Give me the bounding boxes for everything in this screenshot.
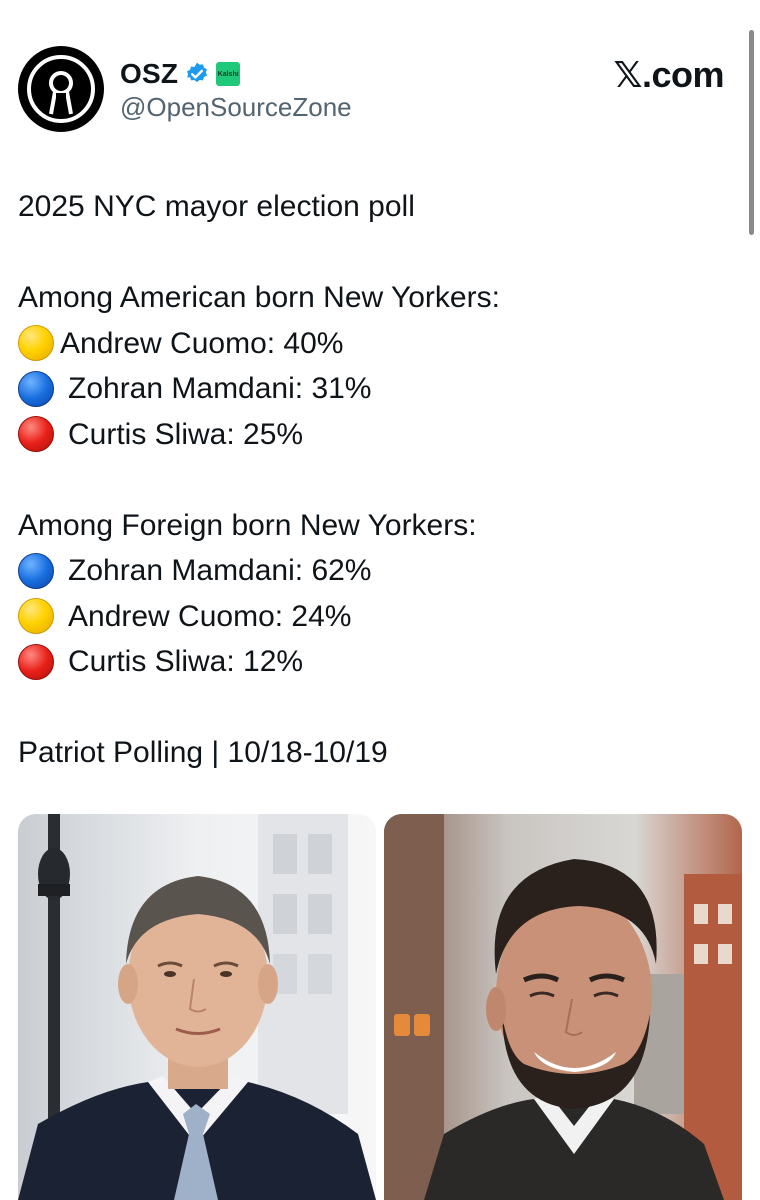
poll-line: Andrew Cuomo: 40%: [18, 321, 728, 367]
poll-source: Patriot Polling | 10/18-10/19: [18, 736, 388, 769]
post-header: OSZ Kalshi @OpenSourceZone 𝕏.com: [18, 46, 728, 136]
section-title-american-born: Among American born New Yorkers:: [18, 281, 500, 314]
photo-zohran-mamdani[interactable]: [384, 814, 742, 1200]
cuomo-portrait-image: [18, 814, 376, 1200]
poll-line: Curtis Sliwa: 25%: [18, 412, 728, 458]
yellow-circle-icon: [18, 598, 54, 635]
poll-line: Zohran Mamdani: 62%: [18, 548, 728, 594]
red-circle-icon: [18, 416, 54, 453]
photo-andrew-cuomo[interactable]: [18, 814, 376, 1200]
blue-circle-icon: [18, 370, 54, 407]
tweet-headline: 2025 NYC mayor election poll: [18, 190, 415, 223]
media-grid: [18, 814, 742, 1200]
poll-line-text: Zohran Mamdani: 62%: [68, 554, 372, 587]
poll-line-text: Andrew Cuomo: 24%: [68, 599, 352, 633]
yellow-circle-icon: [18, 325, 54, 362]
poll-line-text: Curtis Sliwa: 12%: [68, 645, 304, 678]
avatar[interactable]: [18, 46, 104, 132]
poll-line: Curtis Sliwa: 12%: [18, 639, 728, 685]
user-handle[interactable]: @OpenSourceZone: [120, 92, 352, 123]
display-name[interactable]: OSZ: [120, 58, 178, 90]
poll-line: Andrew Cuomo: 24%: [18, 594, 728, 640]
verified-badge-icon: [187, 62, 208, 83]
section-title-foreign-born: Among Foreign born New Yorkers:: [18, 508, 477, 542]
tweet-text: 2025 NYC mayor election poll Among Ameri…: [18, 184, 728, 776]
poll-line: Zohran Mamdani: 31%: [18, 366, 728, 412]
red-circle-icon: [18, 643, 54, 680]
kalshi-affiliate-badge[interactable]: Kalshi: [216, 62, 241, 86]
scrollbar[interactable]: [749, 30, 754, 235]
poll-line-text: Zohran Mamdani: 31%: [68, 372, 372, 405]
open-source-logo-icon: [27, 55, 95, 123]
poll-line-text: Andrew Cuomo: 40%: [60, 326, 344, 360]
mamdani-portrait-image: [384, 814, 742, 1200]
poll-line-text: Curtis Sliwa: 25%: [68, 417, 304, 451]
blue-circle-icon: [18, 552, 54, 589]
x-logo-site-label: 𝕏.com: [613, 54, 724, 95]
